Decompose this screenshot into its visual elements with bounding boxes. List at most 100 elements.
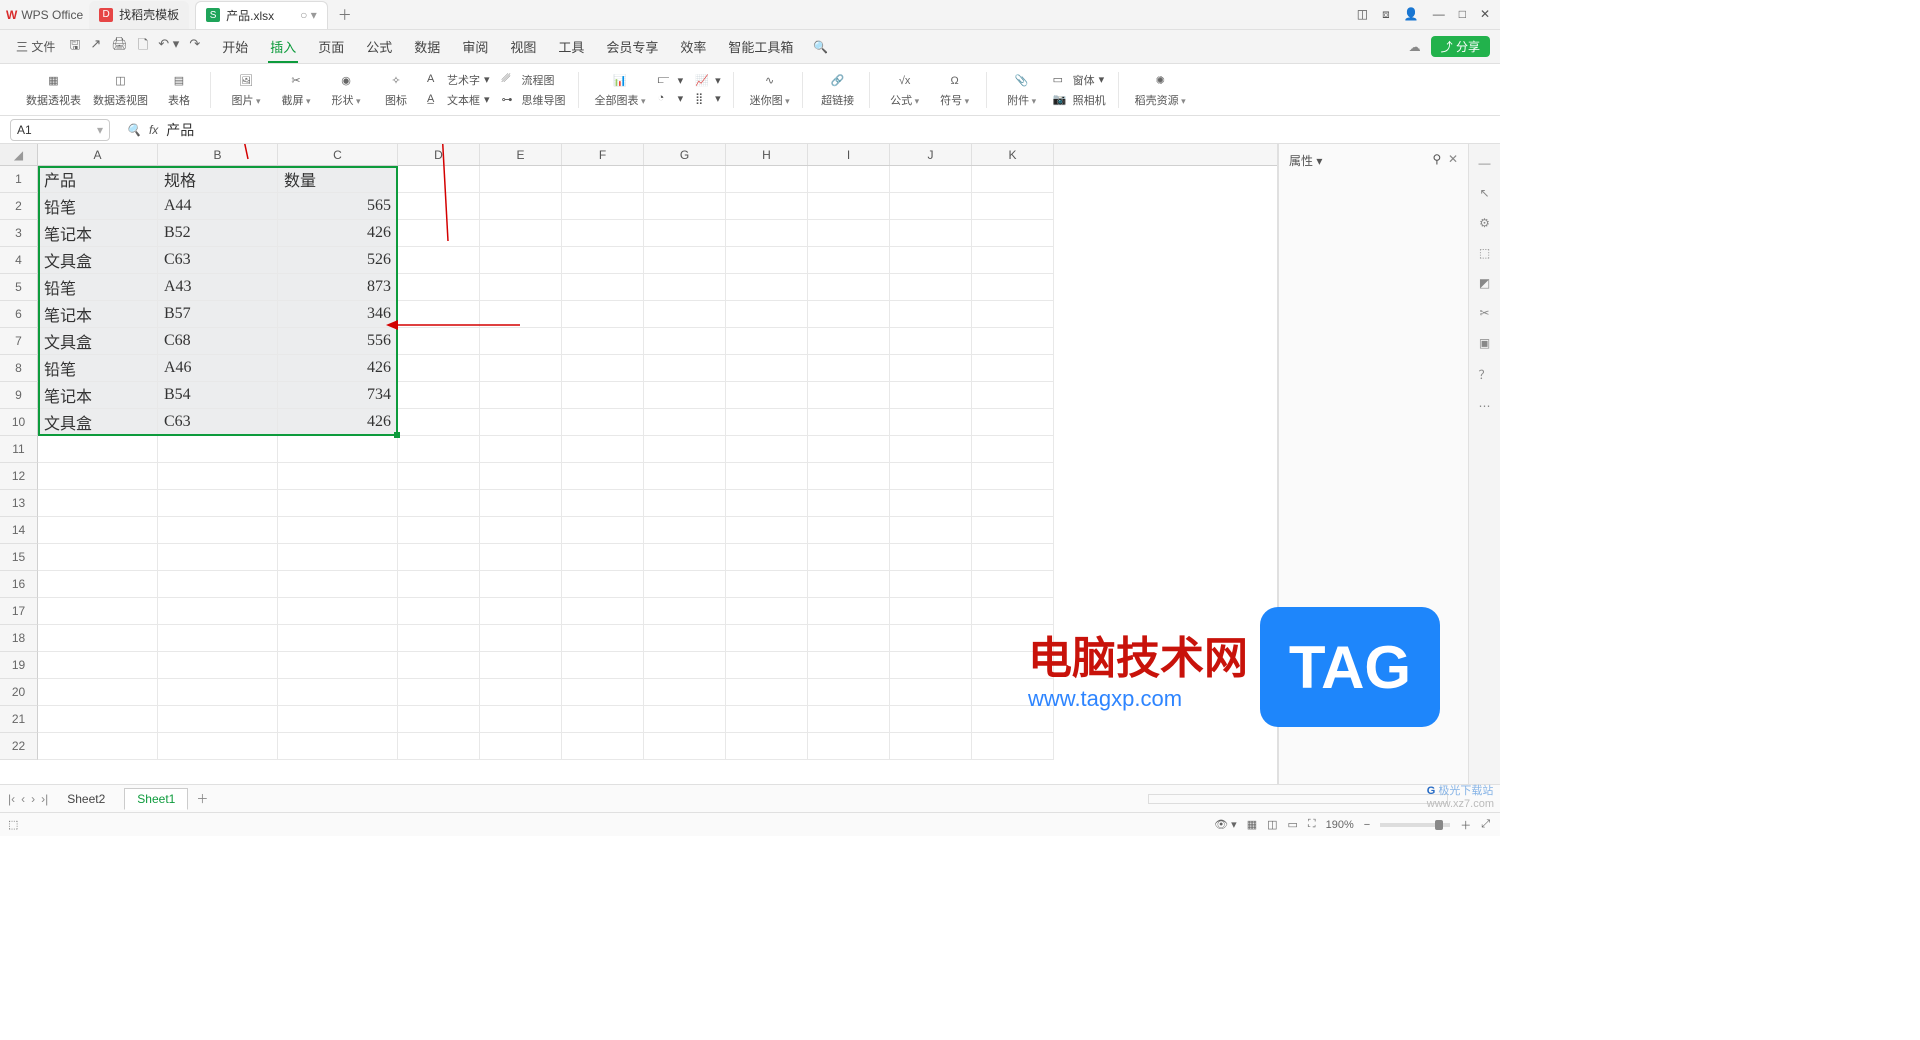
cell[interactable] [562,571,644,598]
minimize-icon[interactable]: — [1433,7,1445,22]
cell[interactable]: A46 [158,355,278,382]
cell[interactable] [158,571,278,598]
sheet-last-icon[interactable]: ›| [41,792,48,806]
row-header[interactable]: 17 [0,598,38,625]
cell[interactable] [972,571,1054,598]
cell[interactable] [890,706,972,733]
column-header[interactable]: K [972,144,1054,165]
cell[interactable]: 556 [278,328,398,355]
cell[interactable] [890,220,972,247]
object-button[interactable]: ▭窗体 ▾ [1053,72,1106,88]
cell[interactable] [398,247,480,274]
cell[interactable] [480,571,562,598]
cell[interactable] [398,490,480,517]
cell[interactable] [480,193,562,220]
cell[interactable]: 笔记本 [38,301,158,328]
row-header[interactable]: 8 [0,355,38,382]
cell[interactable] [808,625,890,652]
cell[interactable] [972,652,1054,679]
cell[interactable] [562,409,644,436]
cell[interactable] [158,517,278,544]
cell[interactable] [38,463,158,490]
cell[interactable] [158,652,278,679]
cell[interactable] [726,301,808,328]
more-icon[interactable]: ⋯ [1479,399,1491,413]
row-header[interactable]: 4 [0,247,38,274]
tab-file-active[interactable]: S 产品.xlsx ○ ▾ [195,1,328,29]
column-header[interactable]: J [890,144,972,165]
cell[interactable] [808,301,890,328]
cell[interactable] [644,625,726,652]
cell[interactable] [480,409,562,436]
resources-button[interactable]: ✺稻壳资源 [1135,72,1186,108]
cell[interactable] [480,382,562,409]
cell[interactable]: 426 [278,220,398,247]
cell[interactable] [480,274,562,301]
screenshot-button[interactable]: ✂截屏 [277,72,315,108]
cell[interactable] [562,706,644,733]
fullscreen-icon[interactable]: ⛶ [1308,818,1316,831]
page-view-icon[interactable]: ◫ [1267,818,1277,831]
cell[interactable] [278,706,398,733]
cell[interactable]: 565 [278,193,398,220]
row-header[interactable]: 22 [0,733,38,760]
cell[interactable] [972,301,1054,328]
cell[interactable] [480,328,562,355]
cell[interactable] [398,733,480,760]
all-charts-button[interactable]: 📊全部图表 [595,72,646,108]
sheet-prev-icon[interactable]: ‹ [21,792,25,806]
maximize-icon[interactable]: □ [1459,7,1466,22]
cell[interactable] [398,571,480,598]
select-all-corner[interactable]: ◢ [0,144,38,165]
cell[interactable] [644,517,726,544]
bar-chart-button[interactable]: ⫍▾ [658,74,684,88]
menu-tab-3[interactable]: 公式 [364,33,394,60]
cell[interactable] [726,679,808,706]
tab-menu-icon[interactable]: ○ ▾ [300,8,317,22]
cell[interactable] [972,274,1054,301]
avatar-icon[interactable]: 👤 [1404,7,1419,22]
cell[interactable] [158,679,278,706]
cell[interactable] [398,652,480,679]
cell[interactable] [398,598,480,625]
row-header[interactable]: 3 [0,220,38,247]
cell[interactable] [972,733,1054,760]
cell[interactable] [480,355,562,382]
cell[interactable] [562,517,644,544]
cell[interactable] [890,382,972,409]
cell[interactable] [808,436,890,463]
fit-icon[interactable]: ⤢ [1481,818,1490,831]
cell[interactable] [890,247,972,274]
cell[interactable] [644,166,726,193]
cell[interactable] [972,463,1054,490]
pin-icon[interactable]: ⚲ [1432,152,1441,166]
cell[interactable] [278,544,398,571]
formula-value[interactable]: 产品 [166,120,194,140]
cell[interactable] [726,166,808,193]
pivot-chart-button[interactable]: ◫数据透视图 [93,72,148,108]
cell[interactable] [158,706,278,733]
cell[interactable] [726,733,808,760]
cell[interactable]: 文具盒 [38,247,158,274]
cell[interactable] [726,490,808,517]
cell[interactable] [562,166,644,193]
cell[interactable] [808,274,890,301]
cell[interactable] [644,220,726,247]
cell[interactable] [890,301,972,328]
cell[interactable] [38,625,158,652]
cell[interactable] [278,625,398,652]
cell[interactable] [644,463,726,490]
cell[interactable] [480,166,562,193]
cell[interactable] [644,490,726,517]
cell[interactable] [726,517,808,544]
column-header[interactable]: H [726,144,808,165]
cell[interactable] [644,247,726,274]
zoom-in-icon[interactable]: ＋ [1460,817,1471,833]
picture-button[interactable]: 🖼图片 [227,72,265,108]
cell[interactable] [398,679,480,706]
cell[interactable] [972,625,1054,652]
cell[interactable] [278,490,398,517]
cell[interactable] [562,328,644,355]
cell[interactable] [972,382,1054,409]
cell[interactable] [158,436,278,463]
